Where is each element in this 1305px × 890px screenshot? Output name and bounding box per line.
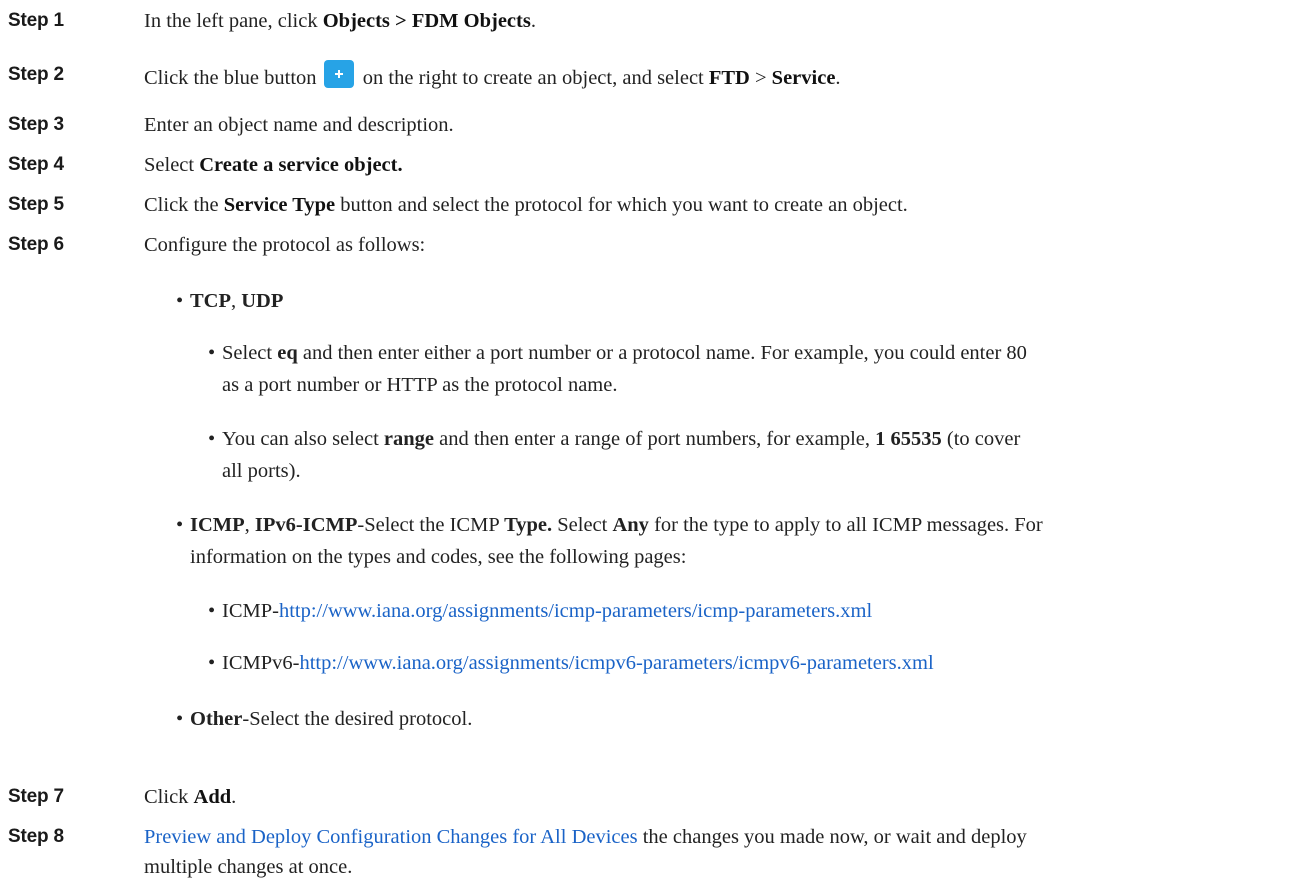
bold-run: ICMP <box>190 514 245 536</box>
step-label: Step 7 <box>8 786 64 807</box>
bold-run: Any <box>612 514 649 536</box>
bold-run: Objects > FDM Objects <box>322 10 531 32</box>
bold-run: IPv6-ICMP <box>254 514 358 536</box>
text-run: and then enter either a port number or a… <box>297 342 1027 364</box>
step-label: Step 5 <box>8 194 64 215</box>
list-item-icmp: • ICMP, IPv6-ICMP-Select the ICMP Type. S… <box>176 510 1043 540</box>
bold-run: eq <box>277 342 298 364</box>
step-text: Click the blue button on the right to cr… <box>144 60 841 93</box>
text-run: , <box>231 290 242 312</box>
list-item-eq: • Select eq and then enter either a port … <box>208 338 1027 368</box>
bold-run: Service <box>771 67 836 89</box>
step-text: Enter an object name and description. <box>144 114 454 136</box>
bullet-icon: • <box>208 342 216 364</box>
list-item-icmp-link: • ICMP-http://www.iana.org/assignments/ic… <box>208 596 872 626</box>
text-run: information on the types and codes, see … <box>190 546 687 568</box>
bold-run: TCP <box>190 290 231 312</box>
text-run: . <box>530 10 536 32</box>
list-item-range: • You can also select range and then ente… <box>208 424 1020 454</box>
text-run: for the type to apply to all ICMP messag… <box>648 514 1043 536</box>
text-run: > <box>749 67 772 89</box>
list-item-icmp-cont: information on the types and codes, see … <box>190 542 686 572</box>
text-run: You can also select <box>222 428 384 450</box>
icmp-parameters-link[interactable]: http://www.iana.org/assignments/icmp-par… <box>279 600 872 622</box>
step-label: Step 8 <box>8 826 64 847</box>
step-text: Select Create a service object. <box>144 150 403 180</box>
bold-run: Other <box>190 708 243 730</box>
bold-run: FTD <box>708 67 750 89</box>
text-run: on the right to create an object, and se… <box>357 67 709 89</box>
text-run: Click the <box>144 194 224 216</box>
step-label: Step 2 <box>8 64 64 85</box>
step-text: Click the Service Type button and select… <box>144 190 908 220</box>
step-label: Step 3 <box>8 114 64 135</box>
bullet-icon: • <box>208 428 216 450</box>
text-run: button and select the protocol for which… <box>335 194 908 216</box>
text-run: Select <box>144 154 200 176</box>
step-label: Step 4 <box>8 154 64 175</box>
list-item-other: • Other-Select the desired protocol. <box>176 704 472 734</box>
text-run: ICMP- <box>222 600 279 622</box>
bold-run: Create a service object. <box>199 154 403 176</box>
text-run: -Select the ICMP <box>357 514 505 536</box>
text-run: Select <box>222 342 278 364</box>
list-item-eq-cont: as a port number or HTTP as the protocol… <box>222 370 617 400</box>
text-run: Click <box>144 786 194 808</box>
bold-run: Add <box>193 786 232 808</box>
list-item-range-cont: all ports). <box>222 456 301 486</box>
text-run: as a port number or HTTP as the protocol… <box>222 374 618 396</box>
bold-run: Service Type <box>223 194 336 216</box>
bold-run: range <box>383 428 434 450</box>
text-run: Click the blue button <box>144 67 317 89</box>
bullet-icon: • <box>176 290 184 312</box>
bold-run: UDP <box>241 290 284 312</box>
step-text: Click Add. <box>144 782 236 812</box>
bullet-icon: • <box>208 652 216 674</box>
text-run: ICMPv6- <box>222 652 300 674</box>
step-label: Step 1 <box>8 10 64 31</box>
bullet-icon: • <box>176 708 184 730</box>
text-run: -Select the desired protocol. <box>242 708 473 730</box>
step-text: Configure the protocol as follows: <box>144 234 426 256</box>
text-run: Select <box>552 514 613 536</box>
bullet-icon: • <box>208 600 216 622</box>
text-run: , <box>244 514 255 536</box>
text-run: (to cover <box>941 428 1021 450</box>
list-item-tcp-udp: • TCP, UDP <box>176 286 283 316</box>
text-run: all ports). <box>222 460 301 482</box>
text-run: In the left pane, click <box>144 10 323 32</box>
text-run: . <box>231 786 237 808</box>
bold-run: Type. <box>504 514 553 536</box>
step-text-cont: multiple changes at once. <box>144 856 353 878</box>
deploy-changes-link[interactable]: Preview and Deploy Configuration Changes… <box>144 826 638 848</box>
text-run: and then enter a range of port numbers, … <box>434 428 876 450</box>
step-text: In the left pane, click Objects > FDM Ob… <box>144 6 536 36</box>
list-item-icmpv6-link: • ICMPv6-http://www.iana.org/assignments/… <box>208 648 934 678</box>
plus-icon[interactable] <box>323 60 354 88</box>
bullet-icon: • <box>176 514 184 536</box>
icmpv6-parameters-link[interactable]: http://www.iana.org/assignments/icmpv6-p… <box>299 652 933 674</box>
text-run: the changes you made now, or wait and de… <box>637 826 1027 848</box>
bold-run: 1 65535 <box>875 428 942 450</box>
step-label: Step 6 <box>8 234 64 255</box>
text-run: . <box>835 67 841 89</box>
step-text: Preview and Deploy Configuration Changes… <box>144 822 1027 852</box>
